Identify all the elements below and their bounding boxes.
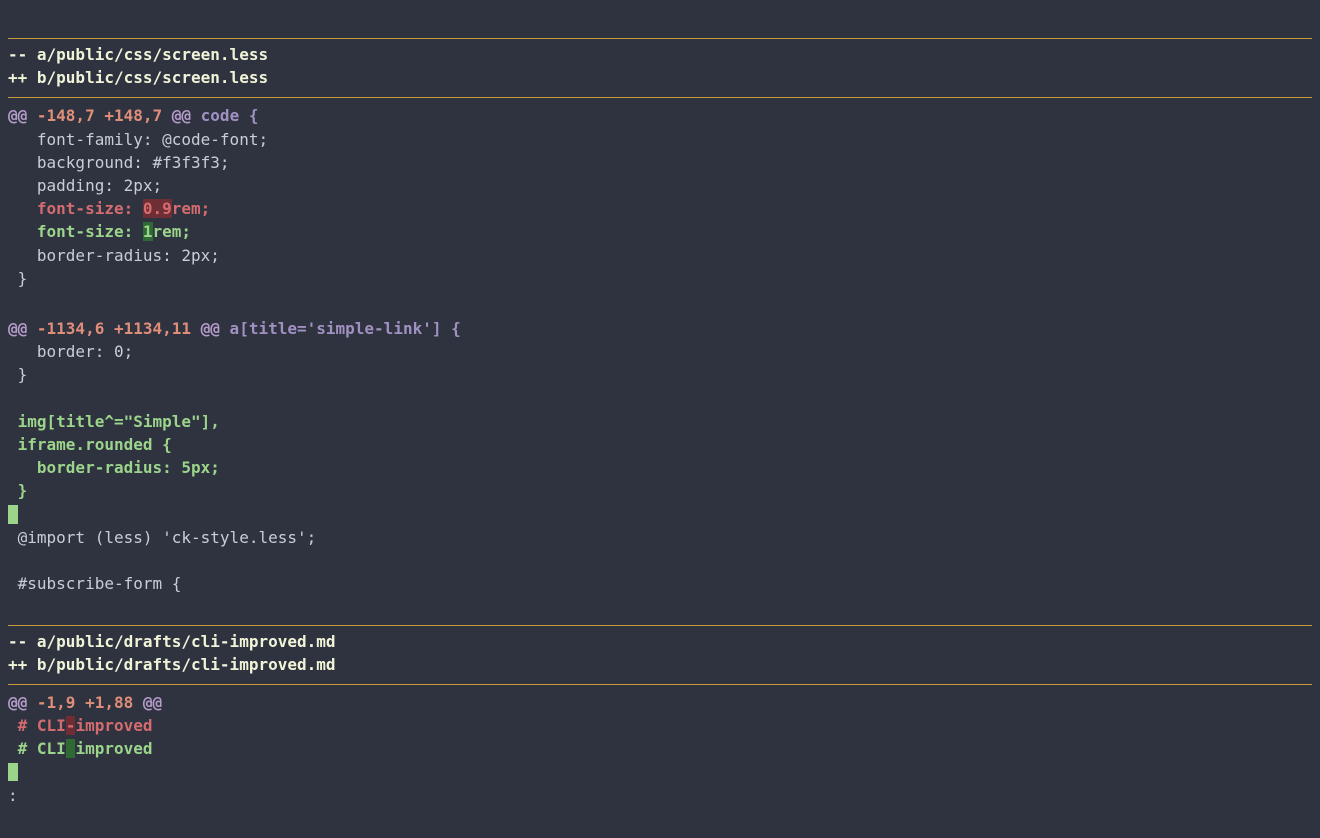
hunk-header: @@ -148,7 +148,7 @@ code { [8,100,1312,127]
diff-line-context: border: 0; [8,340,1312,363]
file-new-path: ++ b/public/css/screen.less [8,66,1312,89]
diff-text: improved [75,716,152,735]
file-separator [8,625,1312,626]
diff-line-context: padding: 2px; [8,174,1312,197]
diff-line-context: #subscribe-form { [8,572,1312,595]
hunk-range: -1134,6 +1134,11 [27,319,200,338]
file-separator [8,38,1312,39]
diff-line-context: } [8,363,1312,386]
hunk-at: @@ [201,319,220,338]
diff-line-added: img[title^="Simple"], [8,410,1312,433]
diff-word-highlight: 0.9 [143,199,172,218]
hunk-header: @@ -1134,6 +1134,11 @@ a[title='simple-l… [8,313,1312,340]
blank-line [8,807,1312,830]
diff-line-added: font-size: 1rem; [8,220,1312,243]
file-old-path: -- a/public/css/screen.less [8,43,1312,66]
cursor-line [8,760,1312,783]
diff-line-added: } [8,479,1312,502]
diff-line-added: # CLI improved [8,737,1312,760]
hunk-at: @@ [8,319,27,338]
diff-line-context: background: #f3f3f3; [8,151,1312,174]
file-header: -- a/public/drafts/cli-improved.md++ b/p… [8,628,1312,678]
hunk-context-selector: code { [191,106,258,125]
hunk-range: -148,7 +148,7 [27,106,172,125]
diff-text: # CLI [8,739,66,758]
file-separator [8,684,1312,685]
diff-line-context: font-family: @code-font; [8,128,1312,151]
diff-line-context: border-radius: 2px; [8,244,1312,267]
hunk-at: @@ [172,106,191,125]
diff-line-context: : [8,784,1312,807]
hunk-at: @@ [143,693,162,712]
blank-line [8,595,1312,618]
diff-text: # CLI [8,716,66,735]
diff-line-context: } [8,267,1312,290]
diff-line-added: border-radius: 5px; [8,456,1312,479]
diff-line-removed: font-size: 0.9rem; [8,197,1312,220]
hunk-header: @@ -1,9 +1,88 @@ [8,687,1312,714]
hunk-at: @@ [8,693,27,712]
file-new-path: ++ b/public/drafts/cli-improved.md [8,653,1312,676]
diff-word-highlight: 1 [143,222,153,241]
hunk-range: -1,9 +1,88 [27,693,143,712]
diff-line-added: iframe.rounded { [8,433,1312,456]
diff-text: font-size: [8,222,143,241]
diff-text: rem; [172,199,211,218]
hunk-context-selector: a[title='simple-link'] { [220,319,461,338]
diff-output: -- a/public/css/screen.less++ b/public/c… [0,0,1320,838]
diff-line-context [8,387,1312,410]
diff-line-removed: # CLI-improved [8,714,1312,737]
cursor-icon [8,763,18,781]
diff-line-context [8,549,1312,572]
diff-line-context: @import (less) 'ck-style.less'; [8,526,1312,549]
spacer [8,0,1312,32]
cursor-line [8,503,1312,526]
diff-text: font-size: [8,199,143,218]
blank-line [8,290,1312,313]
file-header: -- a/public/css/screen.less++ b/public/c… [8,41,1312,91]
diff-text: rem; [153,222,192,241]
diff-word-highlight: - [66,716,76,735]
cursor-icon [8,505,18,523]
file-old-path: -- a/public/drafts/cli-improved.md [8,630,1312,653]
file-separator [8,97,1312,98]
diff-text: improved [75,739,152,758]
hunk-at: @@ [8,106,27,125]
diff-word-highlight [66,739,76,758]
